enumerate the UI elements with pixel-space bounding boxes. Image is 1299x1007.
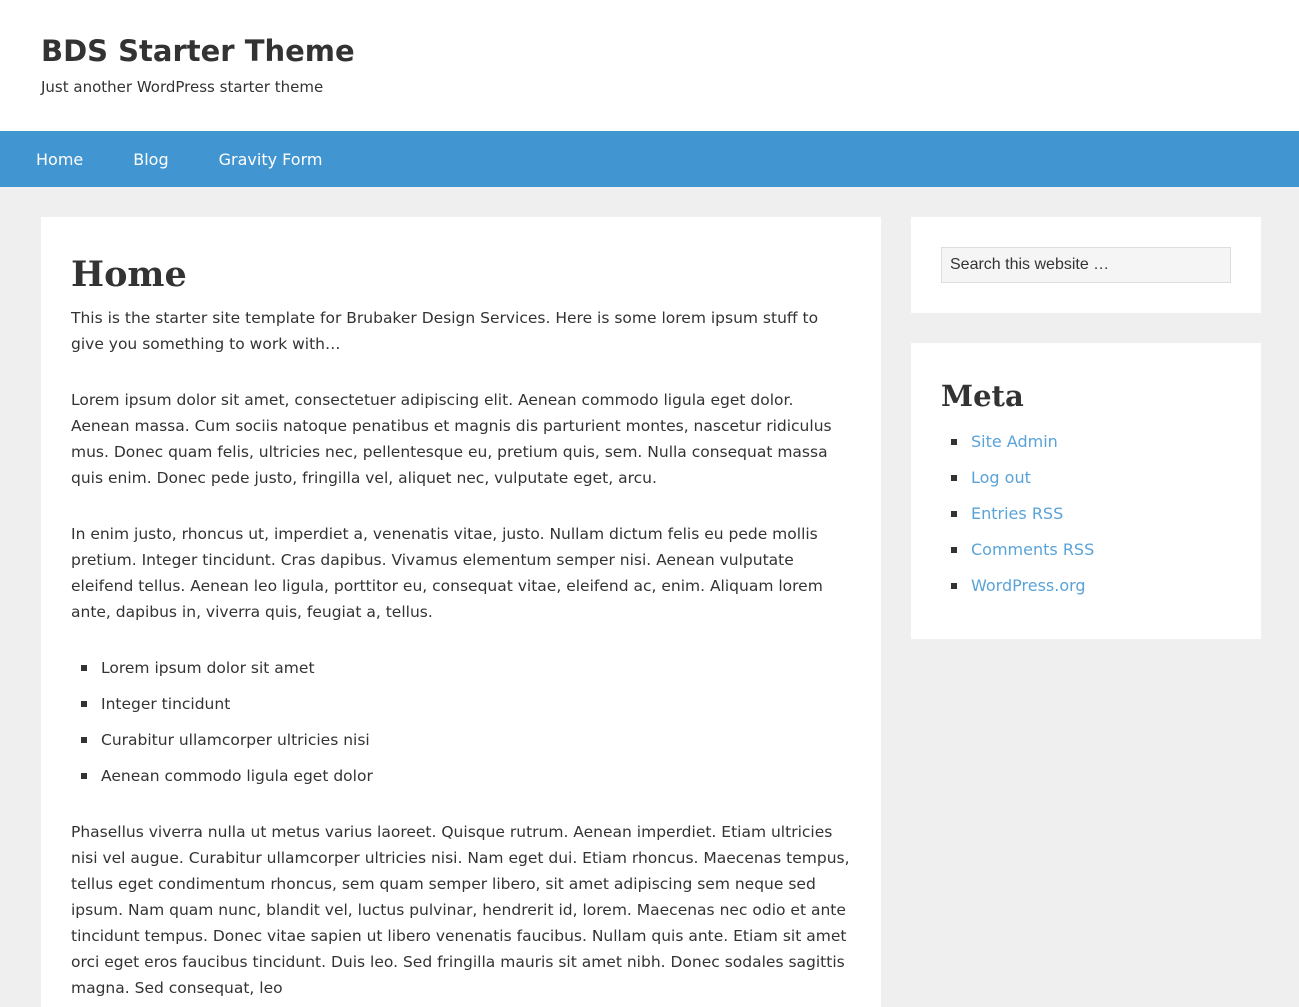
entry-content: This is the starter site template for Br… <box>71 305 851 1001</box>
intro-paragraph: This is the starter site template for Br… <box>71 309 819 353</box>
primary-navigation: Home Blog Gravity Form <box>0 131 1299 187</box>
meta-widget: Meta Site Admin Log out Entries RSS Comm… <box>911 343 1261 639</box>
nav-menu: Home Blog Gravity Form <box>0 131 1299 187</box>
nav-item-home[interactable]: Home <box>36 150 83 169</box>
content-list: Lorem ipsum dolor sit amet Integer tinci… <box>71 655 851 789</box>
nav-item-gravity-form[interactable]: Gravity Form <box>219 150 323 169</box>
search-input[interactable] <box>941 247 1231 283</box>
site-title[interactable]: BDS Starter Theme <box>41 34 355 68</box>
paragraph-2: In enim justo, rhoncus ut, imperdiet a, … <box>71 525 823 621</box>
paragraph-1: Lorem ipsum dolor sit amet, consectetuer… <box>71 391 832 487</box>
page-title: Home <box>71 254 187 295</box>
main-content: Home This is the starter site template f… <box>41 217 881 1007</box>
meta-link-wordpress-org[interactable]: WordPress.org <box>951 573 1231 599</box>
meta-link-entries-rss[interactable]: Entries RSS <box>951 501 1231 527</box>
meta-link-comments-rss[interactable]: Comments RSS <box>951 537 1231 563</box>
list-item: Integer tincidunt <box>81 691 851 717</box>
site-header: BDS Starter Theme Just another WordPress… <box>0 0 1299 131</box>
sidebar: Meta Site Admin Log out Entries RSS Comm… <box>911 217 1261 669</box>
meta-links: Site Admin Log out Entries RSS Comments … <box>941 429 1231 599</box>
nav-item-blog[interactable]: Blog <box>133 150 168 169</box>
list-item: Lorem ipsum dolor sit amet <box>81 655 851 681</box>
meta-link-log-out[interactable]: Log out <box>951 465 1231 491</box>
meta-widget-title: Meta <box>941 379 1024 413</box>
list-item: Curabitur ullamcorper ultricies nisi <box>81 727 851 753</box>
site-description: Just another WordPress starter theme <box>41 78 324 96</box>
search-widget <box>911 217 1261 313</box>
paragraph-3: Phasellus viverra nulla ut metus varius … <box>71 823 850 997</box>
meta-link-site-admin[interactable]: Site Admin <box>951 429 1231 455</box>
list-item: Aenean commodo ligula eget dolor <box>81 763 851 789</box>
